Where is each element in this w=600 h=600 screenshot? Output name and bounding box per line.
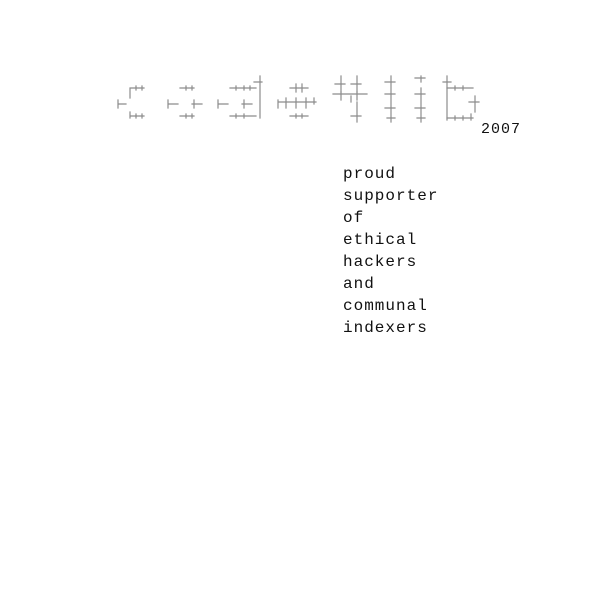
tagline-word: supporter bbox=[343, 187, 439, 205]
tagline-word: indexers bbox=[343, 319, 428, 337]
logo-letter-4 bbox=[332, 75, 368, 123]
year-label: 2007 bbox=[481, 121, 522, 138]
logo-letter-b bbox=[442, 75, 480, 121]
code4lib-ascii-logo-image bbox=[117, 75, 480, 123]
logo-letter-c bbox=[117, 85, 145, 119]
tagline-word: hackers bbox=[343, 253, 418, 271]
code4lib-logo bbox=[116, 74, 496, 130]
logo-letter-o bbox=[167, 85, 203, 119]
tagline-word: and bbox=[343, 275, 375, 293]
logo-letter-e bbox=[277, 83, 317, 119]
tagline-word: ethical bbox=[343, 231, 418, 249]
logo-letter-l bbox=[384, 75, 396, 123]
logo-letter-i bbox=[414, 75, 426, 123]
tagline-word: communal bbox=[343, 297, 428, 315]
logo-letter-d bbox=[217, 75, 263, 119]
tagline-word: proud bbox=[343, 165, 397, 183]
tagline: proud supporter of ethical hackers and c… bbox=[343, 163, 438, 339]
tagline-word: of bbox=[343, 209, 365, 227]
